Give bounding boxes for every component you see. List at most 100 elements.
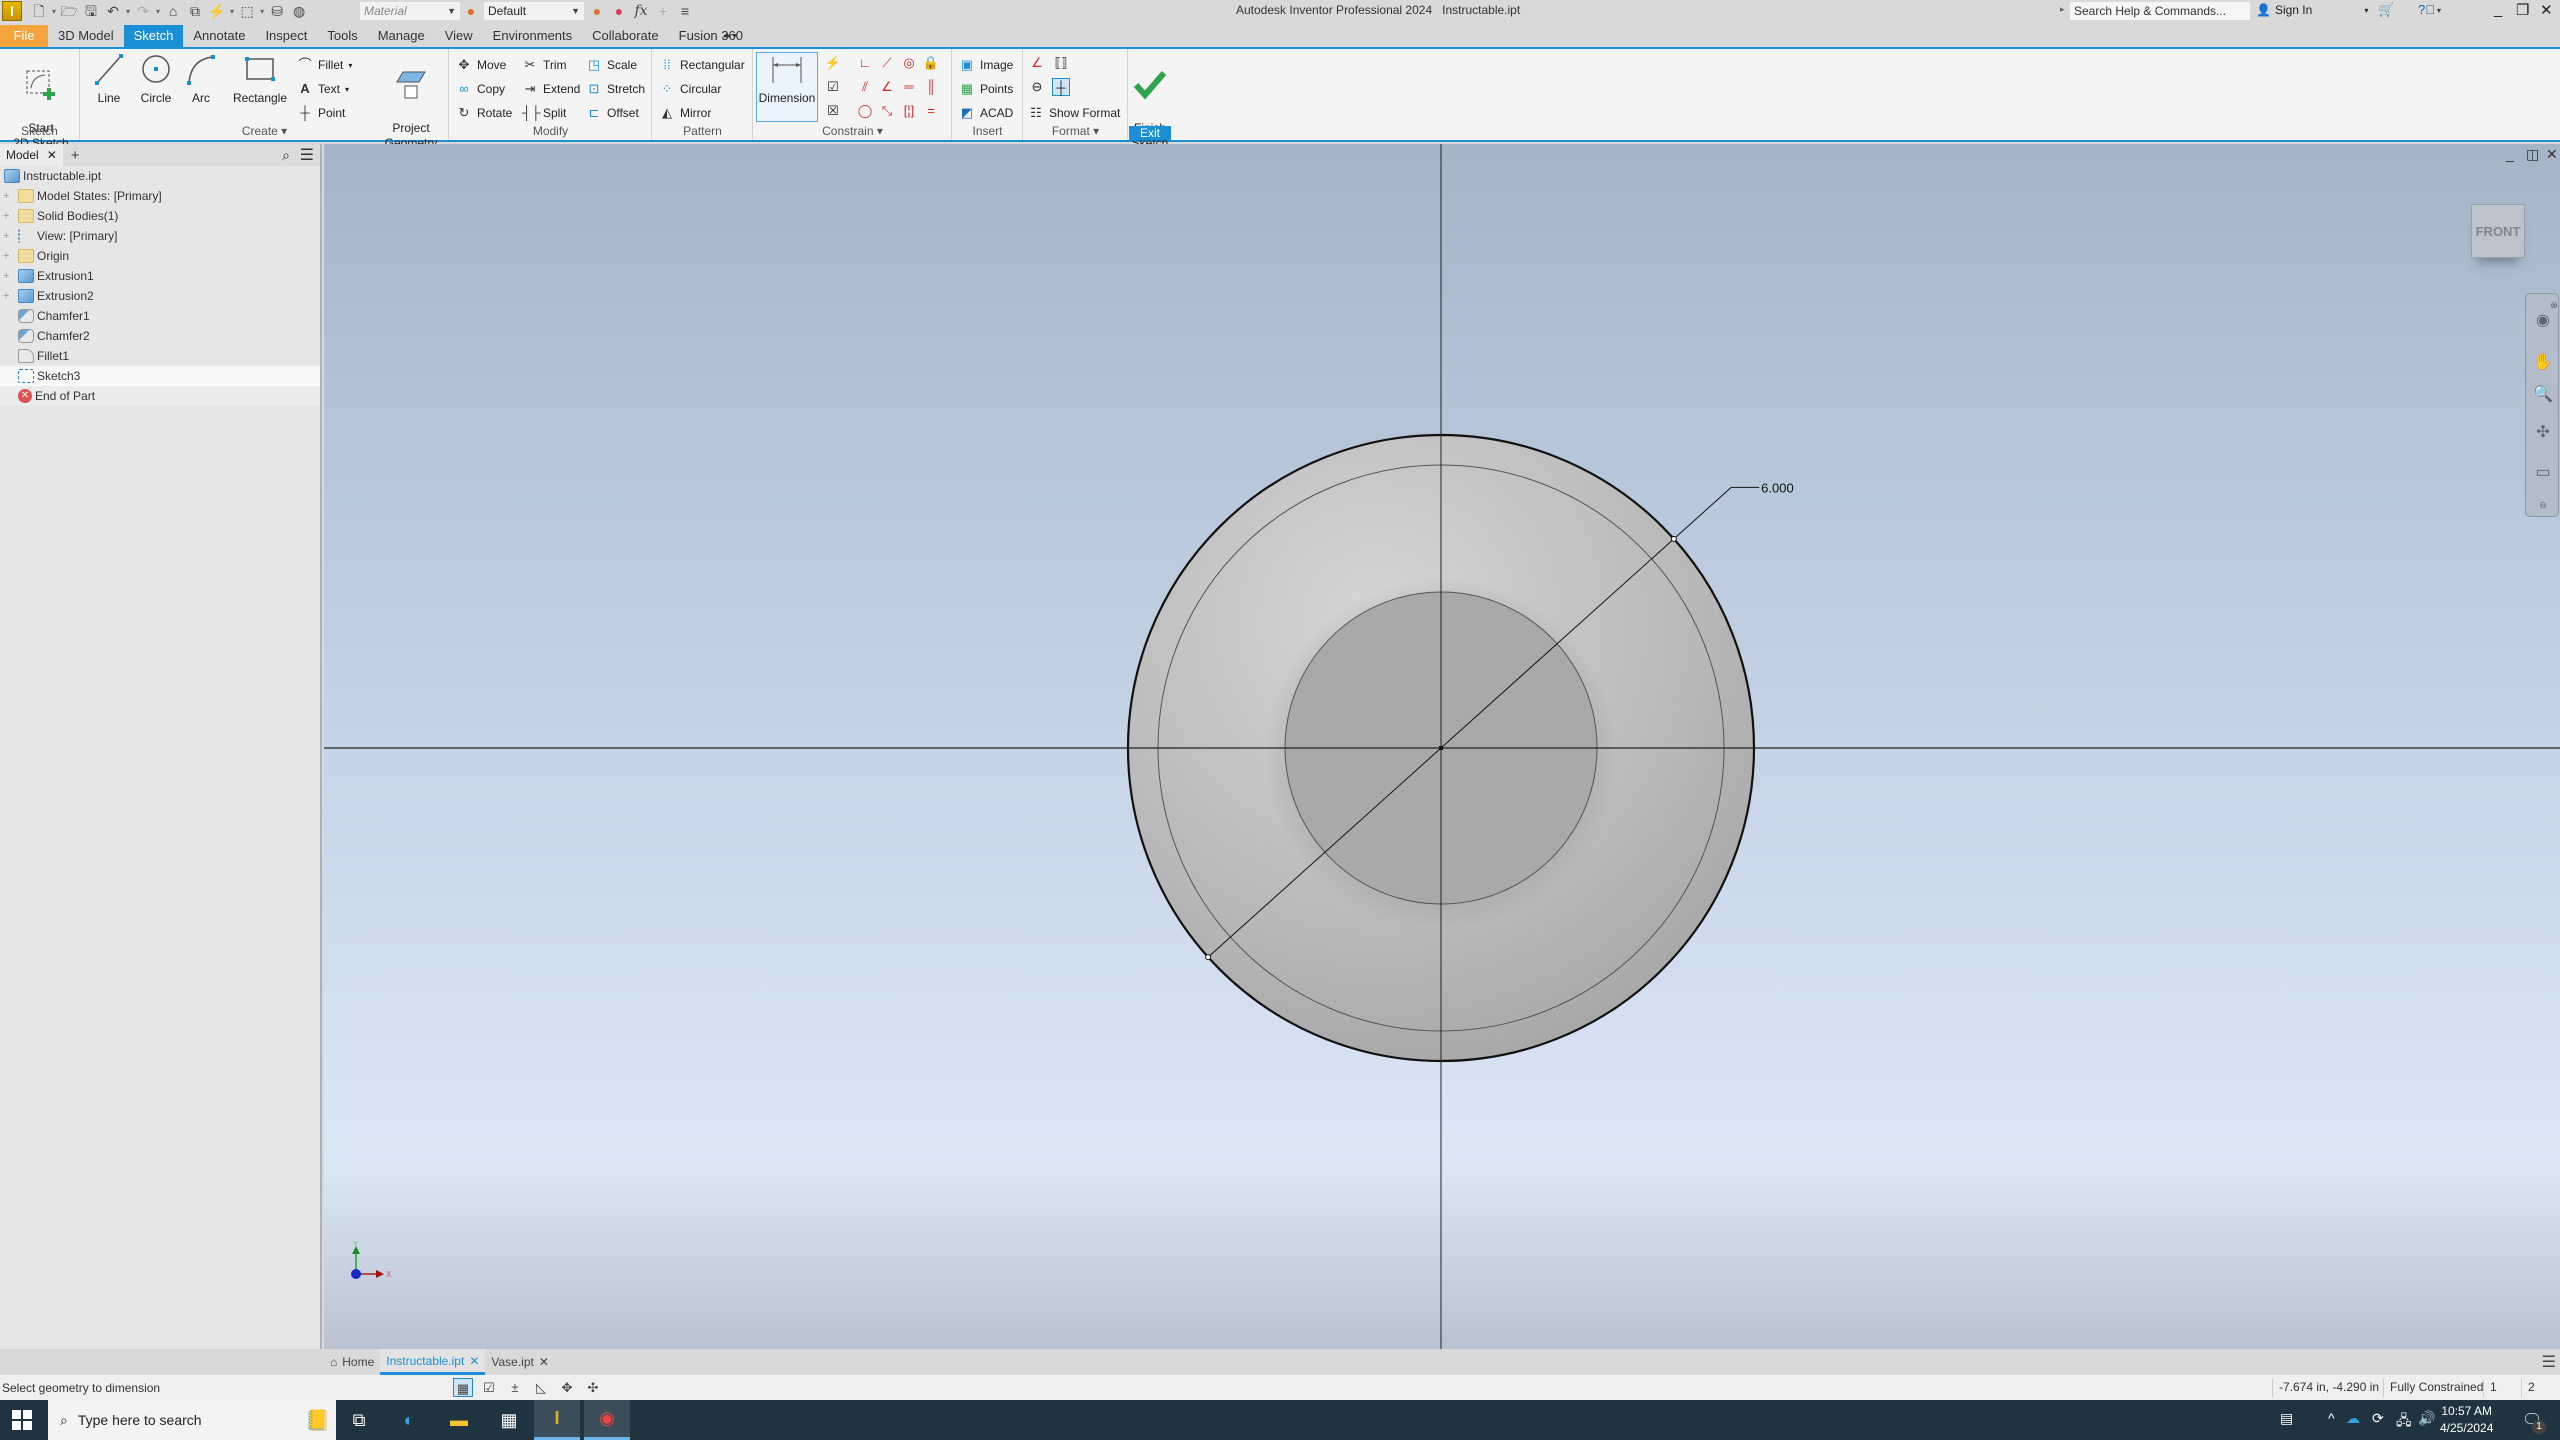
inventor-taskbar-icon[interactable]: I [534,1400,580,1440]
viewport-split-icon[interactable]: ◫ [2526,146,2539,163]
expand-icon[interactable]: + [3,230,9,242]
dimension-button[interactable]: Dimension [756,52,818,122]
show-format-button[interactable]: ☷ Show Format [1028,103,1120,123]
tree-item-sketch3[interactable]: Sketch3 [0,366,320,386]
graphics-window[interactable]: 6.000 _ ◫ ✕ FRONT ⊗ ◉ ✋ 🔍 ✣ ▭ ⊖ Y X [324,144,2560,1349]
help-caret-icon[interactable]: ▾ [2437,6,2441,15]
symmetric-constraint-icon[interactable]: [¦] [900,102,918,120]
zoom-icon[interactable]: 🔍 [2532,384,2554,406]
mirror-button[interactable]: ◭ Mirror [659,103,711,123]
rotate-button[interactable]: ↻ Rotate [456,103,513,123]
browser-tab-model[interactable]: Model ✕ [0,144,63,166]
snap-grid-icon[interactable]: ▦ [453,1378,473,1397]
tree-item-instructable-ipt[interactable]: Instructable.ipt [0,166,320,186]
show-hidden-icons[interactable]: ^ [2328,1410,2335,1426]
save-icon[interactable]: 🖫 [82,2,100,20]
material-dropdown[interactable]: Material ▼ [360,2,460,20]
viewport-close-icon[interactable]: ✕ [2546,146,2558,163]
onedrive-icon[interactable]: ☁ [2346,1410,2360,1427]
taskbar-search-box[interactable]: ⌕ Type here to search 📒 [48,1400,336,1440]
rectangular-pattern-button[interactable]: ⁞⁞ Rectangular [659,55,744,75]
cart-icon[interactable]: 🛒 [2378,2,2394,18]
sync-icon[interactable]: ⟳ [2372,1410,2384,1427]
tab-sketch[interactable]: Sketch [123,25,184,47]
tab-inspect[interactable]: Inspect [255,25,317,47]
ribbon-display-toggle-icon[interactable]: ⏶▾ [722,28,737,43]
chrome-icon[interactable]: ◉ [584,1400,630,1440]
navbar-options-icon[interactable]: ⊖ [2532,494,2554,516]
circular-pattern-button[interactable]: ⁘ Circular [659,79,722,99]
tab-collaborate[interactable]: Collaborate [582,25,669,47]
tree-item-extrusion2[interactable]: + Extrusion2 [0,286,320,306]
news-widget-icon[interactable]: ▤ [2280,1410,2293,1427]
dof-icon[interactable]: ± [505,1378,525,1397]
steering-wheel-icon[interactable]: ◉ [2532,310,2554,332]
insert-acad-button[interactable]: ◩ ACAD [959,103,1014,123]
copy-button[interactable]: ∞ Copy [456,79,505,99]
coincident-constraint-icon[interactable]: ⟋ [878,54,896,72]
scale-button[interactable]: ◳ Scale [586,55,637,75]
clear-appearance-icon[interactable]: ● [610,2,628,20]
doc-tab-vase[interactable]: Vase.ipt ✕ [485,1349,555,1375]
relax-mode-icon[interactable]: ✣ [583,1378,603,1397]
insert-image-button[interactable]: ▣ Image [959,55,1014,75]
concentric-constraint-icon[interactable]: ◎ [900,54,918,72]
show-constraints-icon[interactable]: ☑ [824,78,842,96]
orbit-icon[interactable]: ✣ [2532,422,2554,444]
constrain-panel-label[interactable]: Constrain ▾ [754,124,951,138]
expand-icon[interactable]: + [3,190,9,202]
pan-hand-icon[interactable]: ✋ [2532,352,2554,374]
tab-file[interactable]: File [0,25,48,47]
trim-button[interactable]: ✂ Trim [522,55,567,75]
tab-fusion-360[interactable]: Fusion 360 [669,25,753,47]
smooth-constraint-icon[interactable]: ⤡ [878,102,896,120]
split-button[interactable]: ┤├ Split [522,103,566,123]
close-icon[interactable]: ✕ [2540,1,2553,19]
file-explorer-icon[interactable]: ▬ [436,1400,482,1440]
diameter-dimension-value[interactable]: 6.000 [1761,480,1794,495]
app-logo[interactable]: I [2,1,22,21]
add-tab-icon[interactable]: + [71,147,80,164]
viewcube[interactable]: FRONT [2471,204,2525,258]
tree-item-end-of-part[interactable]: ✕ End of Part [0,386,320,406]
restore-icon[interactable]: ❐ [2516,1,2529,19]
viewport-minimize-icon[interactable]: _ [2506,146,2514,162]
adjust-appearance-icon[interactable]: ● [588,2,606,20]
sign-in-caret-icon[interactable]: ▾ [2364,6,2368,15]
new-file-icon[interactable]: 🗋 [30,2,48,20]
slice-graphics-icon[interactable]: ◺ [531,1378,551,1397]
horizontal-constraint-icon[interactable]: ═ [900,78,918,96]
tree-item-view-primary[interactable]: + View: [Primary] [0,226,320,246]
perpendicular-constraint-icon[interactable]: ∟ [856,54,874,72]
task-view-icon[interactable]: ⧉ [336,1400,382,1440]
doc-tab-home[interactable]: ⌂ Home [324,1349,380,1375]
show-constraints-icon[interactable]: ☑ [479,1378,499,1397]
search-expand-icon[interactable]: ▸ [2060,4,2065,15]
volume-icon[interactable]: 🔊 [2418,1410,2435,1427]
extend-button[interactable]: ⇥ Extend [522,79,581,99]
tab-manage[interactable]: Manage [368,25,435,47]
search-icon[interactable]: ⌕ [282,147,290,164]
doc-tab-instructable[interactable]: Instructable.ipt ✕ [380,1349,486,1375]
customize-icon[interactable]: ≡ [676,2,694,20]
constraint-settings-icon[interactable]: ☒ [824,102,842,120]
construction-icon[interactable]: ∠ [1028,54,1046,72]
appearance-dropdown[interactable]: Default ▼ [484,2,584,20]
insert-points-button[interactable]: ▦ Points [959,79,1014,99]
move-button[interactable]: ✥ Move [456,55,507,75]
tab-tools[interactable]: Tools [317,25,367,47]
menu-icon[interactable]: ☰ [300,145,314,165]
line-button[interactable]: Line [89,53,129,106]
expand-icon[interactable]: + [3,290,9,302]
help-search-input[interactable]: Search Help & Commands... [2070,2,2250,20]
tab-annotate[interactable]: Annotate [183,25,255,47]
center-point-icon[interactable]: ┼ [1052,78,1070,96]
sign-in-button[interactable]: 👤 Sign In ▾ [2256,3,2368,17]
dimension-arrow-upper[interactable] [1670,535,1677,542]
sketch-canvas[interactable]: 6.000 [324,144,2560,1349]
tree-item-model-states-primary[interactable]: + Model States: [Primary] [0,186,320,206]
tangent-constraint-icon[interactable]: ◯ [856,102,874,120]
expand-icon[interactable]: + [3,210,9,222]
tree-item-fillet1[interactable]: Fillet1 [0,346,320,366]
tree-item-solid-bodies-1[interactable]: + Solid Bodies(1) [0,206,320,226]
